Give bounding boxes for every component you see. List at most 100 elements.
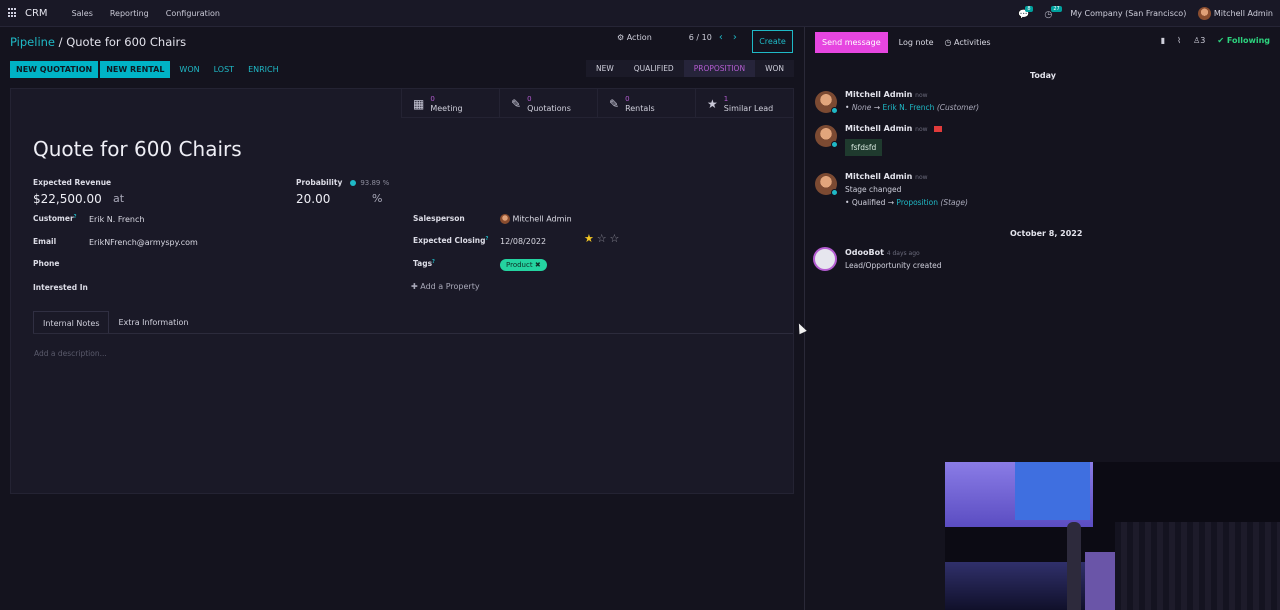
tag-remove-icon[interactable]: ✖	[535, 261, 541, 269]
rentals-count: 0	[625, 94, 630, 103]
expected-closing-label: Expected Closing?	[413, 236, 488, 245]
edit-icon: ✎	[511, 96, 522, 111]
stage-new[interactable]: NEW	[585, 60, 624, 77]
online-status-icon	[831, 107, 838, 114]
probability-percent: %	[372, 192, 383, 205]
company-switcher[interactable]: My Company (San Francisco)	[1070, 9, 1186, 18]
video-overlay	[945, 462, 1280, 610]
email-label: Email	[33, 237, 57, 246]
stage-won[interactable]: WON	[755, 60, 794, 77]
salesperson-avatar	[500, 214, 510, 224]
salesperson-label: Salesperson	[413, 214, 465, 223]
auto-probability-icon[interactable]	[350, 180, 357, 186]
message-author[interactable]: Mitchell Admin now	[845, 124, 942, 133]
app-name[interactable]: CRM	[25, 8, 48, 19]
chatter-topbar: Send message Log note ◷ Activities	[815, 32, 991, 53]
stage-proposition[interactable]: PROPOSITION	[683, 60, 756, 77]
customer-label: Customer?	[33, 214, 77, 223]
log-note-button[interactable]: Log note	[899, 38, 934, 47]
form-sheet: ▦ 0 Meeting ✎ 0 Quotations ✎ 0 Rentals ★ 1S…	[10, 88, 794, 494]
priority-widget: ★ ☆ ☆	[584, 232, 619, 245]
tab-extra-information[interactable]: Extra Information	[109, 311, 197, 334]
menu-sales[interactable]: Sales	[72, 9, 93, 18]
author-name: Mitchell Admin	[845, 172, 913, 181]
message-time: now	[915, 92, 928, 99]
avatar[interactable]	[815, 91, 838, 114]
message-bubble: fsfdsfd	[845, 139, 883, 156]
pager-value[interactable]: 6 / 10	[689, 33, 712, 42]
meeting-label: Meeting	[430, 103, 463, 113]
expected-revenue-field[interactable]: $22,500.00	[33, 192, 102, 206]
priority-star-icon[interactable]: ☆	[597, 232, 607, 245]
tracking-line: • None → Erik N. French (Customer)	[845, 103, 980, 112]
opportunity-title[interactable]: Quote for 600 Chairs	[33, 137, 242, 161]
avatar[interactable]	[815, 125, 838, 148]
author-name: OdooBot	[845, 248, 884, 257]
check-icon: ✔	[1217, 36, 1225, 45]
apps-menu-icon[interactable]	[8, 8, 18, 18]
followers-count: 3	[1200, 36, 1206, 45]
message-text: Lead/Opportunity created	[845, 261, 942, 270]
menu-configuration[interactable]: Configuration	[166, 9, 220, 18]
odoobot-avatar[interactable]	[813, 247, 837, 271]
tab-divider	[33, 333, 793, 334]
action-menu[interactable]: ⚙ Action	[617, 33, 652, 42]
enrich-button[interactable]: ENRICH	[242, 61, 285, 78]
salesperson-field[interactable]: Mitchell Admin	[500, 214, 572, 224]
rentals-smart-button[interactable]: ✎ 0 Rentals	[597, 89, 695, 118]
priority-star-icon[interactable]: ★	[584, 232, 594, 245]
meeting-smart-button[interactable]: ▦ 0 Meeting	[401, 89, 499, 118]
probability-field[interactable]: 20.00	[296, 192, 330, 206]
user-name: Mitchell Admin	[1213, 9, 1273, 18]
new-rental-button[interactable]: NEW RENTAL	[100, 60, 171, 78]
similar-lead-count: 1	[723, 94, 729, 103]
user-menu[interactable]: Mitchell Admin	[1198, 7, 1273, 20]
user-avatar	[1198, 7, 1212, 20]
book-icon[interactable]: ▮	[1161, 36, 1165, 45]
activity-menu[interactable]: ◷ 27	[1044, 5, 1062, 20]
description-field[interactable]: Add a description...	[34, 349, 107, 358]
similar-lead-smart-button[interactable]: ★ 1 Similar Lead	[695, 89, 793, 118]
message-author[interactable]: Mitchell Admin now	[845, 90, 928, 99]
activities-button[interactable]: ◷ Activities	[945, 38, 991, 47]
menu-reporting[interactable]: Reporting	[110, 9, 149, 18]
new-quotation-button[interactable]: NEW QUOTATION	[10, 60, 99, 78]
lost-button[interactable]: LOST	[208, 61, 240, 78]
messages-badge: 8	[1025, 5, 1033, 12]
won-button[interactable]: WON	[173, 61, 205, 78]
quotations-count: 0	[527, 94, 532, 103]
pager-prev-icon[interactable]: ‹	[719, 32, 723, 43]
messaging-menu[interactable]: 💬 8	[1018, 5, 1033, 20]
stage-qualified[interactable]: QUALIFIED	[623, 60, 684, 77]
create-button[interactable]: Create	[752, 30, 793, 53]
tracking-new-value: Erik N. French	[882, 103, 935, 112]
edit-icon: ✎	[609, 96, 620, 111]
help-tooltip-icon[interactable]: ?	[432, 259, 435, 265]
add-property-button[interactable]: ✚ Add a Property	[411, 282, 480, 291]
avatar[interactable]	[815, 173, 838, 196]
phone-label: Phone	[33, 259, 60, 268]
similar-lead-label: Similar Lead	[723, 103, 774, 113]
priority-star-icon[interactable]: ☆	[610, 232, 620, 245]
paperclip-icon[interactable]: ⌇	[1177, 36, 1181, 45]
pager-next-icon[interactable]: ›	[733, 32, 737, 43]
tab-internal-notes[interactable]: Internal Notes	[33, 311, 110, 334]
message-time: now	[915, 126, 928, 133]
revenue-at-label: at	[113, 192, 125, 205]
message-author[interactable]: Mitchell Admin now	[845, 172, 928, 181]
quotations-label: Quotations	[527, 103, 571, 113]
expected-closing-field[interactable]: 12/08/2022	[500, 237, 546, 246]
customer-field[interactable]: Erik N. French	[89, 215, 144, 224]
help-tooltip-icon[interactable]: ?	[74, 214, 77, 220]
help-tooltip-icon[interactable]: ?	[485, 236, 488, 242]
expected-revenue-label: Expected Revenue	[33, 178, 112, 187]
quotations-smart-button[interactable]: ✎ 0 Quotations	[499, 89, 597, 118]
tracking-field: (Stage)	[940, 198, 968, 207]
send-message-button[interactable]: Send message	[815, 32, 888, 53]
email-field[interactable]: ErikNFrench@armyspy.com	[89, 238, 198, 247]
message-author[interactable]: OdooBot 4 days ago	[845, 248, 920, 257]
followers-button[interactable]: ♙3	[1193, 36, 1205, 45]
breadcrumb-pipeline[interactable]: Pipeline	[10, 35, 55, 49]
tags-label: Tags?	[413, 259, 435, 268]
following-button[interactable]: ✔ Following	[1217, 36, 1270, 45]
